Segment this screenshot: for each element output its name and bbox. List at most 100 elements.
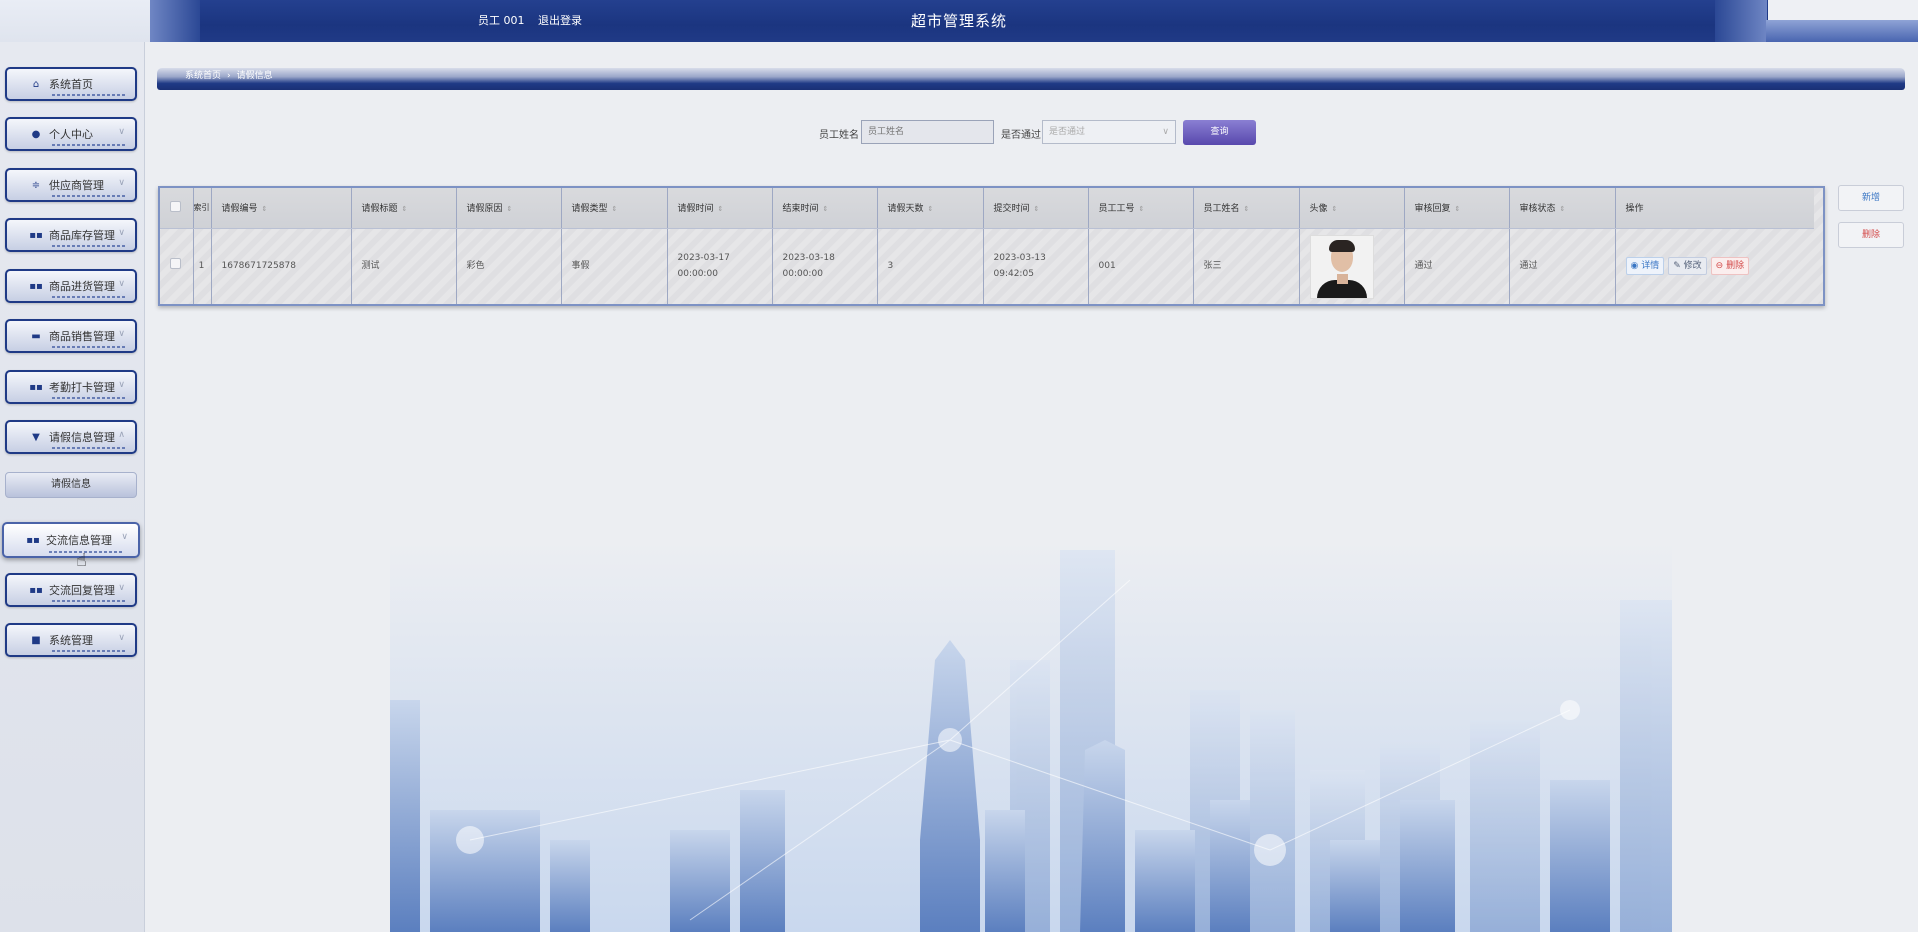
network-node <box>1560 700 1580 720</box>
sidebar-item-reply[interactable]: ▪▪ 交流回复管理 ∨ <box>5 573 137 607</box>
table-header-row: 索引 请假编号 ⇕ 请假标题 ⇕ 请假原因 ⇕ 请假类型 ⇕ 请假时间 ⇕ 结束时间 ⇕ 请… <box>160 188 1814 229</box>
sidebar-item-label: 系统管理 <box>49 634 93 647</box>
type-cell: 事假 <box>561 228 668 304</box>
chevron-down-icon: ∨ <box>1162 127 1169 137</box>
logout-link[interactable]: 退出登录 <box>538 14 582 27</box>
start-time-cell: 2023-03-17 00:00:00 <box>667 228 773 304</box>
column-header[interactable]: 员工姓名 ⇕ <box>1193 188 1300 229</box>
sidebar-item-leave[interactable]: ▼ 请假信息管理 ∧ <box>5 420 137 454</box>
column-header-label: 员工姓名 <box>1203 204 1240 215</box>
breadcrumb-home[interactable]: 系统首页 <box>185 71 221 81</box>
column-header[interactable]: 请假天数 ⇕ <box>877 188 984 229</box>
sort-icon[interactable]: ⇕ <box>1034 205 1040 213</box>
column-header: 操作 <box>1615 188 1814 229</box>
grid-icon: ▪▪ <box>29 381 43 393</box>
row-checkbox[interactable] <box>170 257 182 269</box>
menu-decoration <box>52 600 127 602</box>
sidebar-item-purchase[interactable]: ▪▪ 商品进货管理 ∨ <box>5 269 137 303</box>
building <box>1620 600 1672 932</box>
actions-cell: ◉ 详情 ✎ 修改 ⊖ 删除 <box>1615 228 1814 304</box>
row-select-cell[interactable] <box>160 228 194 304</box>
menu-decoration <box>52 195 127 197</box>
sidebar-item-home[interactable]: ⌂ 系统首页 <box>5 67 137 101</box>
status-cell: 通过 <box>1509 228 1616 304</box>
sort-icon[interactable]: ⇕ <box>612 205 618 213</box>
grid-icon: ▪▪ <box>29 280 43 292</box>
building <box>1080 740 1125 932</box>
sidebar-item-label: 系统首页 <box>49 78 93 91</box>
sidebar-item-inventory[interactable]: ▪▪ 商品库存管理 ∨ <box>5 218 137 252</box>
batch-delete-button[interactable]: 删除 <box>1838 222 1904 248</box>
sort-icon[interactable]: ⇕ <box>1244 205 1250 213</box>
add-button[interactable]: 新增 <box>1838 185 1904 211</box>
menu-decoration <box>52 447 127 449</box>
chevron-down-icon: ∨ <box>118 380 125 390</box>
column-header-label: 请假标题 <box>361 204 398 215</box>
column-header[interactable]: 请假标题 ⇕ <box>351 188 457 229</box>
sort-icon[interactable]: ⇕ <box>262 205 268 213</box>
sort-icon[interactable]: ⇕ <box>718 205 724 213</box>
network-node <box>938 728 962 752</box>
circle-minus-icon: ⊖ <box>1715 261 1727 272</box>
building <box>740 790 785 932</box>
flag-icon: ▼ <box>32 431 40 443</box>
sort-icon[interactable]: ⇕ <box>1455 205 1461 213</box>
sidebar-item-attendance[interactable]: ▪▪ 考勤打卡管理 ∨ <box>5 370 137 404</box>
row-delete-button[interactable]: ⊖ 删除 <box>1710 257 1750 276</box>
building <box>1135 830 1195 932</box>
column-header[interactable]: 请假时间 ⇕ <box>667 188 773 229</box>
sidebar-item-label: 请假信息管理 <box>49 431 115 444</box>
breadcrumb-current: 请假信息 <box>236 71 273 81</box>
briefcase-icon: ■ <box>31 634 41 646</box>
column-header[interactable]: 索引 <box>193 188 212 229</box>
network-node <box>456 826 484 854</box>
sliders-icon: ≑ <box>31 179 41 191</box>
sort-icon[interactable]: ⇕ <box>1560 205 1566 213</box>
column-header[interactable]: 提交时间 ⇕ <box>983 188 1089 229</box>
sort-icon[interactable]: ⇕ <box>507 205 513 213</box>
column-header[interactable]: 审核状态 ⇕ <box>1509 188 1616 229</box>
select-all-header[interactable] <box>160 188 194 229</box>
eye-icon: ◉ <box>1630 261 1642 272</box>
chevron-down-icon: ∨ <box>121 532 128 542</box>
chevron-down-icon: ∨ <box>118 228 125 238</box>
chevron-down-icon: ∨ <box>118 178 125 188</box>
sidebar-item-sales[interactable]: ▬ 商品销售管理 ∨ <box>5 319 137 353</box>
sidebar-item-system[interactable]: ■ 系统管理 ∨ <box>5 623 137 657</box>
sort-icon[interactable]: ⇕ <box>1139 205 1145 213</box>
chevron-down-icon: ∨ <box>118 127 125 137</box>
column-header-label: 请假原因 <box>466 204 503 215</box>
column-header-label: 请假天数 <box>887 204 924 215</box>
submenu-item-leave-info[interactable]: 请假信息 <box>5 472 137 498</box>
sort-icon[interactable]: ⇕ <box>1332 205 1338 213</box>
sort-icon[interactable]: ⇕ <box>928 205 934 213</box>
sidebar-item-personal[interactable]: ● 个人中心 ∨ <box>5 117 137 151</box>
sidebar-item-supplier[interactable]: ≑ 供应商管理 ∨ <box>5 168 137 202</box>
query-button[interactable]: 查询 <box>1183 120 1256 145</box>
chevron-up-icon: ∧ <box>118 430 125 440</box>
approved-label: 是否通过 <box>1001 130 1041 141</box>
edit-button[interactable]: ✎ 修改 <box>1668 257 1707 276</box>
sidebar-item-label: 供应商管理 <box>49 179 104 192</box>
sidebar-item-label: 个人中心 <box>49 128 93 141</box>
pencil-icon: ✎ <box>1673 261 1684 272</box>
column-header[interactable]: 请假编号 ⇕ <box>211 188 352 229</box>
leave-table: 索引 请假编号 ⇕ 请假标题 ⇕ 请假原因 ⇕ 请假类型 ⇕ 请假时间 ⇕ 结束时间 ⇕ 请… <box>158 186 1825 306</box>
column-header[interactable]: 审核回复 ⇕ <box>1404 188 1510 229</box>
avatar-hair <box>1328 240 1355 253</box>
sort-icon[interactable]: ⇕ <box>823 205 829 213</box>
sort-icon[interactable]: ⇕ <box>402 205 408 213</box>
column-header[interactable]: 请假类型 ⇕ <box>561 188 668 229</box>
detail-button[interactable]: ◉ 详情 <box>1625 257 1665 276</box>
employee-name-input[interactable] <box>861 120 994 144</box>
row-delete-label: 删除 <box>1726 261 1745 272</box>
column-header[interactable]: 头像 ⇕ <box>1299 188 1405 229</box>
column-header[interactable]: 结束时间 ⇕ <box>772 188 878 229</box>
column-header[interactable]: 请假原因 ⇕ <box>456 188 562 229</box>
sidebar-item-exchange[interactable]: ▪▪ 交流信息管理 ∨ <box>2 522 140 558</box>
column-header[interactable]: 员工工号 ⇕ <box>1088 188 1194 229</box>
avatar[interactable] <box>1309 235 1374 300</box>
sidebar-item-label: 商品进货管理 <box>49 280 115 293</box>
approved-select[interactable]: 是否通过 ∨ <box>1042 120 1176 144</box>
select-all-checkbox[interactable] <box>170 200 182 212</box>
